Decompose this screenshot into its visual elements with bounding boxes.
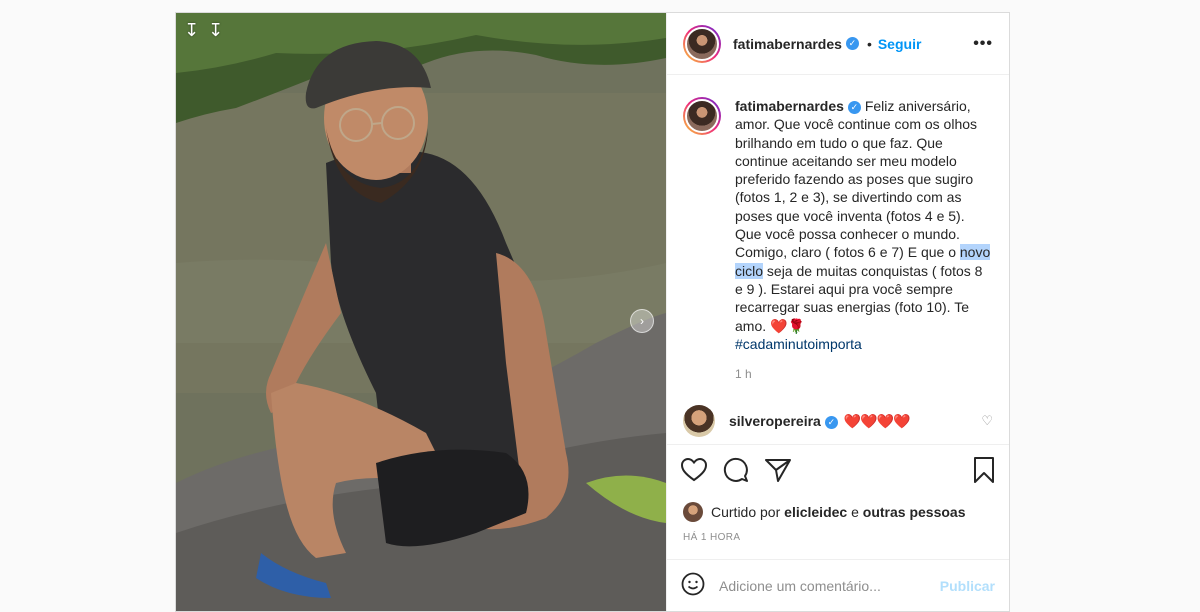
comment-item: silveropereira ✓ ❤️❤️❤️❤️ ♡ bbox=[683, 405, 993, 438]
author-avatar[interactable] bbox=[683, 24, 721, 63]
bookmark-save-icon[interactable] bbox=[973, 457, 995, 488]
emoji-smiley-icon[interactable] bbox=[681, 572, 705, 599]
caption-body-end: seja de muitas conquistas ( fotos 8 e 9 … bbox=[735, 262, 983, 334]
comment-text: silveropereira ✓ ❤️❤️❤️❤️ bbox=[729, 412, 911, 430]
caption: fatimabernardes ✓ Feliz aniversário, amor… bbox=[683, 97, 993, 353]
comment-body: ❤️❤️❤️❤️ bbox=[843, 412, 911, 429]
photo-scene bbox=[176, 13, 666, 611]
post-timestamp: HÁ 1 HORA bbox=[683, 532, 741, 543]
like-heart-icon[interactable] bbox=[680, 457, 708, 487]
like-comment-heart-icon[interactable]: ♡ bbox=[981, 413, 993, 429]
verified-badge-icon: ✓ bbox=[824, 415, 838, 429]
comment-bubble-icon[interactable] bbox=[723, 457, 749, 488]
follow-button[interactable]: Seguir bbox=[878, 36, 922, 52]
comments-area: fatimabernardes ✓ Feliz aniversário, amor… bbox=[667, 75, 1009, 444]
liker-username[interactable]: elicleidec bbox=[784, 504, 847, 520]
caption-text: fatimabernardes ✓ Feliz aniversário, amor… bbox=[735, 97, 993, 353]
post-sidebar: fatimabernardes ✓ • Seguir ••• fatimaber… bbox=[666, 13, 1009, 611]
caption-body-start: Feliz aniversário, amor. Que você contin… bbox=[735, 98, 978, 261]
likes-joiner: e bbox=[851, 504, 859, 520]
next-photo-button[interactable]: › bbox=[630, 309, 654, 333]
separator-dot: • bbox=[866, 35, 872, 52]
post-header: fatimabernardes ✓ • Seguir ••• bbox=[667, 13, 1009, 75]
author-username[interactable]: fatimabernardes bbox=[733, 36, 842, 52]
share-send-icon[interactable] bbox=[765, 458, 791, 487]
likes-prefix: Curtido por bbox=[711, 504, 781, 520]
hashtag-link[interactable]: #cadaminutoimporta bbox=[735, 336, 862, 352]
more-options-icon[interactable]: ••• bbox=[973, 35, 993, 53]
download-arrow-icon[interactable]: ↧ bbox=[184, 21, 199, 39]
collapse-arrow-icon[interactable]: ↧ bbox=[208, 21, 223, 39]
other-likers-link[interactable]: outras pessoas bbox=[863, 504, 966, 520]
post-modal: ↧ ↧ › fatimabernardes ✓ • Seguir ••• fat… bbox=[175, 12, 1010, 612]
liker-avatar[interactable] bbox=[683, 502, 703, 522]
caption-avatar[interactable] bbox=[683, 97, 721, 135]
commenter-username[interactable]: silveropereira bbox=[729, 413, 821, 429]
comment-input[interactable]: Adicione um comentário... bbox=[719, 578, 881, 594]
post-photo[interactable]: ↧ ↧ › bbox=[176, 13, 666, 611]
caption-time: 1 h bbox=[735, 367, 752, 382]
commenter-avatar[interactable] bbox=[683, 405, 715, 438]
publish-button[interactable]: Publicar bbox=[940, 578, 995, 594]
add-comment-bar: Adicione um comentário... Publicar bbox=[667, 559, 1009, 611]
verified-badge-icon: ✓ bbox=[847, 101, 861, 114]
likes-summary: Curtido por elicleidec e outras pessoas bbox=[667, 500, 1009, 522]
action-bar bbox=[667, 444, 1009, 500]
verified-badge-icon: ✓ bbox=[845, 37, 859, 50]
caption-username[interactable]: fatimabernardes bbox=[735, 98, 844, 114]
